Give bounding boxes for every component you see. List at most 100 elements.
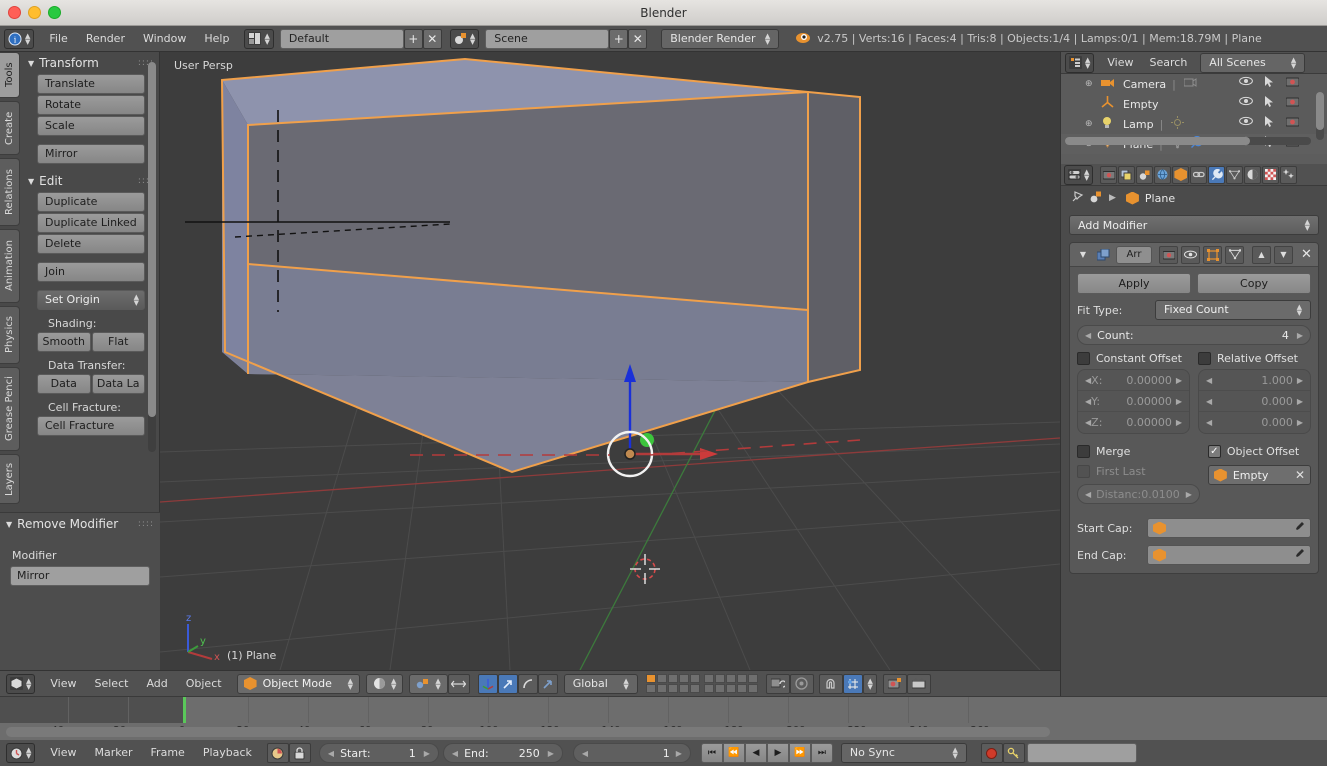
end-cap-field[interactable]: [1147, 545, 1311, 565]
merge-toggle-row[interactable]: Merge: [1077, 445, 1200, 458]
outliner-tree[interactable]: ⊕ Camera | Empty ⊕ Lamp |: [1061, 74, 1327, 154]
edit-mode-display-icon[interactable]: [1203, 245, 1222, 264]
timeline-horizontal-scrollbar[interactable]: [6, 727, 1050, 737]
lock-camera-to-view-button[interactable]: [765, 673, 790, 694]
layer-cell[interactable]: [689, 674, 700, 683]
object-offset-field[interactable]: Empty ✕: [1207, 465, 1311, 485]
tool-tab-tools[interactable]: Tools: [0, 52, 20, 98]
chevron-right-icon[interactable]: ▶: [676, 749, 682, 758]
layer-cell[interactable]: [656, 684, 667, 693]
translate-manipulator-button[interactable]: [497, 673, 518, 694]
screen-layout-name-field[interactable]: Default: [279, 28, 404, 49]
panel-header-transform[interactable]: ▼ Transform ::::: [22, 52, 160, 74]
use-preview-range-button[interactable]: [266, 743, 289, 763]
tool-tab-grease-pencil[interactable]: Grease Penci: [0, 367, 20, 451]
renderable-camera-icon[interactable]: [1285, 76, 1300, 91]
keying-set-icon-button[interactable]: [1002, 743, 1025, 763]
scale-manipulator-button[interactable]: [537, 673, 558, 694]
constant-offset-x-row[interactable]: ◀ X: 0.00000 ▶: [1078, 370, 1189, 391]
jump-to-next-keyframe-button[interactable]: ⏩: [788, 743, 811, 763]
layer-cell[interactable]: [656, 674, 667, 683]
outliner-row-toggles[interactable]: [1239, 76, 1300, 91]
copy-modifier-icon[interactable]: [1094, 246, 1113, 264]
visibility-eye-icon[interactable]: [1239, 116, 1253, 131]
layer-cell[interactable]: [747, 684, 758, 693]
constant-offset-z-row[interactable]: ◀ Z: 0.00000 ▶: [1078, 412, 1189, 433]
layer-cell[interactable]: [645, 674, 656, 683]
scene-name-field[interactable]: Scene: [485, 28, 610, 49]
snap-target-dropdown[interactable]: ▲ ▼: [862, 673, 877, 694]
end-frame-field[interactable]: ◀ End: 250 ▶: [442, 743, 563, 763]
shade-flat-button[interactable]: Flat: [91, 332, 145, 352]
rotate-manipulator-button[interactable]: [517, 673, 538, 694]
editor-type-selector-timeline[interactable]: ▲ ▼: [6, 743, 36, 763]
chevron-right-icon[interactable]: ▶: [548, 749, 554, 758]
outliner-horizontal-scrollbar[interactable]: [1065, 137, 1311, 145]
interaction-mode-dropdown[interactable]: Object Mode ▲ ▼: [236, 673, 360, 694]
menu-file[interactable]: File: [40, 29, 76, 49]
viewport-canvas[interactable]: [160, 52, 1060, 670]
layer-cell[interactable]: [645, 684, 656, 693]
delete-scene-button[interactable]: ✕: [628, 28, 648, 49]
properties-tab-texture[interactable]: [1262, 165, 1280, 184]
tool-tab-animation[interactable]: Animation: [0, 229, 20, 303]
object-offset-toggle-row[interactable]: ✓ Object Offset: [1207, 445, 1311, 458]
manipulate-center-points-button[interactable]: [447, 673, 470, 694]
layer-cell[interactable]: [667, 674, 678, 683]
expand-icon[interactable]: ⊕: [1085, 119, 1093, 129]
layer-cell[interactable]: [678, 674, 689, 683]
layer-cell[interactable]: [725, 684, 736, 693]
play-button[interactable]: ▶: [766, 743, 789, 763]
outliner-menu-search[interactable]: Search: [1143, 53, 1195, 73]
properties-tab-world[interactable]: [1154, 165, 1172, 184]
snap-element-button[interactable]: [842, 673, 863, 694]
clear-object-offset-icon[interactable]: ✕: [1295, 468, 1305, 482]
scene-icon-button[interactable]: ▲ ▼: [449, 28, 480, 49]
new-screen-button[interactable]: +: [403, 28, 423, 49]
layer-cell[interactable]: [714, 674, 725, 683]
menu-render[interactable]: Render: [77, 29, 134, 49]
timeline-menu-view[interactable]: View: [41, 743, 85, 763]
viewport-3d[interactable]: User Persp (1) Plane z y x: [160, 52, 1060, 670]
chevron-right-icon[interactable]: ▶: [1297, 331, 1303, 340]
layer-cell[interactable]: [736, 674, 747, 683]
data-layout-button[interactable]: Data La: [91, 374, 145, 394]
eyedropper-icon[interactable]: [1293, 548, 1305, 563]
triangle-down-icon[interactable]: ▼: [1075, 250, 1091, 259]
properties-tab-render-layers[interactable]: [1118, 165, 1136, 184]
layer-group-top-left[interactable]: [645, 674, 700, 693]
menu-help[interactable]: Help: [195, 29, 238, 49]
translate-button[interactable]: Translate: [37, 74, 145, 94]
chevron-right-icon[interactable]: ▶: [1176, 418, 1182, 427]
delete-button[interactable]: Delete: [37, 234, 145, 254]
outliner-row-toggles[interactable]: [1239, 96, 1300, 111]
auto-keyframe-record-button[interactable]: [980, 743, 1003, 763]
copy-modifier-button[interactable]: Copy: [1197, 273, 1311, 294]
snap-magnet-button[interactable]: [818, 673, 843, 694]
properties-tab-modifiers[interactable]: [1208, 165, 1226, 184]
eyedropper-icon[interactable]: [1293, 521, 1305, 536]
delete-screen-button[interactable]: ✕: [422, 28, 442, 49]
outliner-row-empty[interactable]: Empty: [1061, 94, 1327, 114]
viewport-menu-object[interactable]: Object: [177, 674, 231, 694]
outliner-menu-view[interactable]: View: [1100, 53, 1140, 73]
play-reverse-button[interactable]: ◀: [744, 743, 767, 763]
constant-offset-y-row[interactable]: ◀ Y: 0.00000 ▶: [1078, 391, 1189, 412]
panel-header-remove-modifier[interactable]: ▼ Remove Modifier ::::: [0, 513, 160, 535]
relative-offset-x-row[interactable]: ◀ 1.000 ▶: [1199, 370, 1310, 391]
apply-modifier-button[interactable]: Apply: [1077, 273, 1191, 294]
relative-offset-y-row[interactable]: ◀ 0.000 ▶: [1199, 391, 1310, 412]
layer-cell[interactable]: [703, 684, 714, 693]
timeline-playhead[interactable]: [183, 697, 186, 723]
chevron-right-icon[interactable]: ▶: [1176, 397, 1182, 406]
tool-shelf-scrollbar[interactable]: [148, 62, 156, 452]
outliner-display-mode-dropdown[interactable]: All Scenes ▲ ▼: [1200, 52, 1306, 73]
lock-time-to-frames-button[interactable]: [288, 743, 311, 763]
opengl-render-animation-button[interactable]: [906, 673, 931, 694]
visibility-eye-icon[interactable]: [1239, 76, 1253, 91]
properties-tab-material[interactable]: [1244, 165, 1262, 184]
editor-type-selector-info[interactable]: i ▲ ▼: [4, 28, 35, 49]
tool-tab-create[interactable]: Create: [0, 101, 20, 155]
layer-cell[interactable]: [667, 684, 678, 693]
layer-cell[interactable]: [689, 684, 700, 693]
